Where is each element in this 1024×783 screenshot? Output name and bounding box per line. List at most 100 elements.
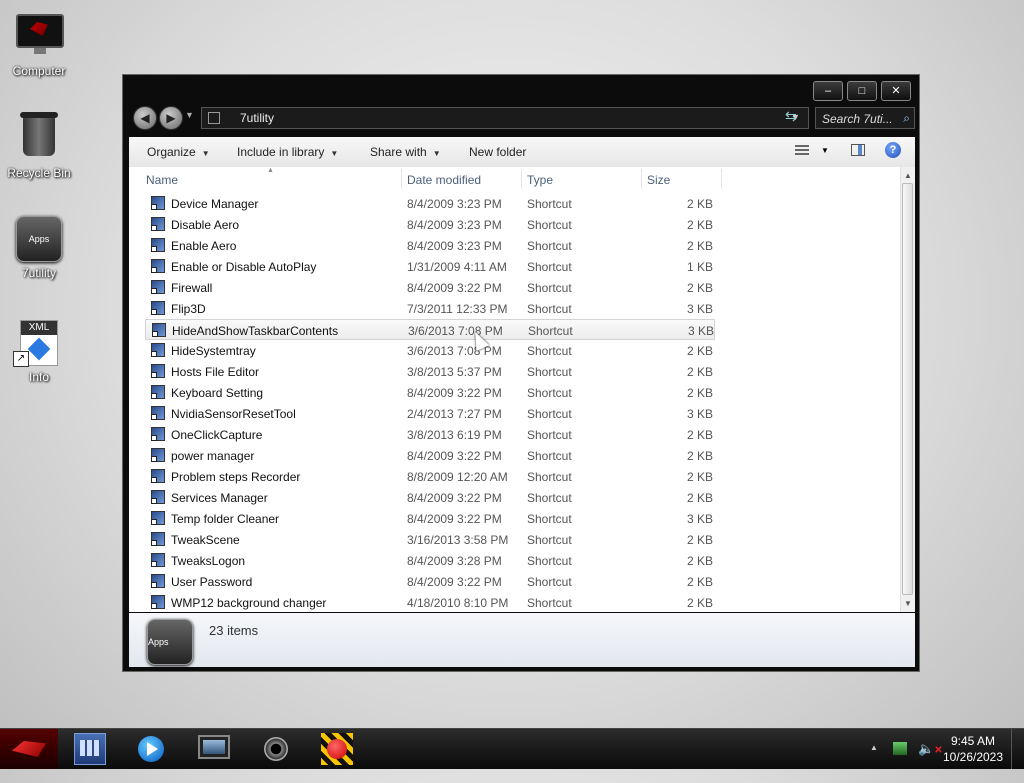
- taskbar-camera-icon[interactable]: [264, 737, 288, 761]
- scroll-down-icon: ▼: [904, 599, 912, 608]
- file-name: Flip3D: [171, 302, 206, 316]
- shortcut-icon: [151, 259, 165, 273]
- view-options-dropdown[interactable]: ▼: [821, 146, 829, 155]
- file-row[interactable]: WMP12 background changer 4/18/2010 8:10 P…: [129, 592, 901, 613]
- column-header-size[interactable]: Size: [647, 173, 670, 187]
- search-input[interactable]: Search 7uti... ⌕: [815, 107, 915, 129]
- desktop-icon-info[interactable]: XML ↗ Info: [1, 320, 77, 384]
- file-row[interactable]: power manager 8/4/2009 3:22 PM Shortcut 2 K…: [129, 445, 901, 466]
- file-date-modified: 8/4/2009 3:23 PM: [407, 218, 502, 232]
- column-header-date-modified[interactable]: Date modified: [407, 173, 481, 187]
- desktop-icon-label: Computer: [12, 64, 66, 78]
- file-name: Services Manager: [171, 491, 268, 505]
- taskbar-monitor-icon[interactable]: [198, 735, 230, 759]
- minimize-button[interactable]: –: [813, 81, 843, 101]
- forward-button[interactable]: ▶: [159, 106, 183, 130]
- file-row[interactable]: Enable or Disable AutoPlay 1/31/2009 4:11…: [129, 256, 901, 277]
- close-button[interactable]: ✕: [881, 81, 911, 101]
- taskbar-record-icon[interactable]: [321, 733, 353, 765]
- file-row[interactable]: Device Manager 8/4/2009 3:23 PM Shortcut 2 …: [129, 193, 901, 214]
- file-date-modified: 8/4/2009 3:22 PM: [407, 512, 502, 526]
- change-view-icon[interactable]: [795, 145, 809, 157]
- window-controls: – □ ✕: [813, 81, 911, 101]
- taskbar: ▲ 🔈✕ 9:45 AM 10/26/2023: [0, 728, 1024, 769]
- file-row[interactable]: TweaksLogon 8/4/2009 3:28 PM Shortcut 2 KB: [129, 550, 901, 571]
- help-icon[interactable]: ?: [885, 142, 901, 158]
- file-row[interactable]: Hosts File Editor 3/8/2013 5:37 PM Shortcu…: [129, 361, 901, 382]
- shortcut-icon: [151, 511, 165, 525]
- file-name: power manager: [171, 449, 255, 463]
- recent-pages-dropdown[interactable]: ▼: [185, 110, 194, 120]
- file-row[interactable]: Enable Aero 8/4/2009 3:23 PM Shortcut 2 KB: [129, 235, 901, 256]
- file-row[interactable]: Flip3D 7/3/2011 12:33 PM Shortcut 3 KB: [129, 298, 901, 319]
- file-row[interactable]: Temp folder Cleaner 8/4/2009 3:22 PM Short…: [129, 508, 901, 529]
- share-with-button[interactable]: Share with ▼: [370, 145, 441, 159]
- file-type: Shortcut: [527, 260, 572, 274]
- file-row[interactable]: HideAndShowTaskbarContents 3/6/2013 7:08 …: [145, 319, 715, 340]
- file-size: 2 KB: [686, 365, 713, 379]
- network-icon[interactable]: [893, 742, 907, 755]
- preview-pane-icon[interactable]: [851, 144, 865, 156]
- search-icon[interactable]: ⌕: [903, 111, 910, 126]
- file-row[interactable]: Firewall 8/4/2009 3:22 PM Shortcut 2 KB: [129, 277, 901, 298]
- shortcut-icon: [151, 280, 165, 294]
- back-button[interactable]: ◀: [133, 106, 157, 130]
- desktop-icon-computer[interactable]: Computer: [1, 10, 77, 78]
- file-size: 2 KB: [686, 197, 713, 211]
- file-name: HideAndShowTaskbarContents: [172, 324, 339, 338]
- shortcut-icon: [151, 469, 165, 483]
- file-type: Shortcut: [527, 533, 572, 547]
- address-bar[interactable]: 7utility ▼: [201, 107, 809, 129]
- file-type: Shortcut: [527, 491, 572, 505]
- file-row[interactable]: OneClickCapture 3/8/2013 6:19 PM Shortcut 2…: [129, 424, 901, 445]
- recycle-bin-icon: [16, 112, 62, 162]
- taskbar-media-player-icon[interactable]: [138, 736, 164, 762]
- folder-icon: [208, 112, 220, 124]
- chevron-down-icon: ▼: [432, 149, 441, 158]
- file-type: Shortcut: [527, 575, 572, 589]
- file-row[interactable]: Problem steps Recorder 8/8/2009 12:20 AM S…: [129, 466, 901, 487]
- include-in-library-button[interactable]: Include in library ▼: [237, 145, 338, 159]
- file-row[interactable]: Disable Aero 8/4/2009 3:23 PM Shortcut 2 KB: [129, 214, 901, 235]
- vertical-scrollbar[interactable]: ▲ ▼: [900, 167, 915, 612]
- command-bar: Organize ▼ Include in library ▼ Share with…: [129, 137, 915, 168]
- file-row[interactable]: NvidiaSensorResetTool 2/4/2013 7:27 PM Sho…: [129, 403, 901, 424]
- new-folder-button[interactable]: New folder: [469, 145, 526, 159]
- shortcut-icon: [151, 385, 165, 399]
- file-name: OneClickCapture: [171, 428, 263, 442]
- start-button[interactable]: [0, 729, 58, 769]
- file-type: Shortcut: [527, 218, 572, 232]
- desktop-icon-recycle-bin[interactable]: Recycle Bin: [1, 112, 77, 180]
- file-type: Shortcut: [527, 428, 572, 442]
- file-row[interactable]: TweakScene 3/16/2013 3:58 PM Shortcut 2 KB: [129, 529, 901, 550]
- file-date-modified: 7/3/2011 12:33 PM: [407, 302, 508, 316]
- file-size: 3 KB: [686, 512, 713, 526]
- column-header-name[interactable]: Name: [146, 173, 178, 187]
- show-desktop-button[interactable]: [1011, 729, 1024, 769]
- shortcut-icon: [151, 553, 165, 567]
- scrollbar-thumb[interactable]: [902, 183, 913, 595]
- file-name: Firewall: [171, 281, 213, 295]
- file-date-modified: 8/4/2009 3:23 PM: [407, 197, 502, 211]
- file-row[interactable]: Keyboard Setting 8/4/2009 3:22 PM Shortcut…: [129, 382, 901, 403]
- shortcut-icon: [151, 238, 165, 252]
- file-row[interactable]: Services Manager 8/4/2009 3:22 PM Shortcut…: [129, 487, 901, 508]
- item-count: 23 items: [209, 623, 259, 638]
- file-name: Device Manager: [171, 197, 259, 211]
- file-name: Enable Aero: [171, 239, 237, 253]
- system-clock[interactable]: 9:45 AM 10/26/2023: [936, 733, 1010, 765]
- file-row[interactable]: HideSystemtray 3/6/2013 7:08 PM Shortcut 2 …: [129, 340, 901, 361]
- refresh-icon[interactable]: ⇆: [785, 108, 797, 125]
- desktop-icon-7utility[interactable]: Apps 7utility: [1, 216, 77, 280]
- file-name: Enable or Disable AutoPlay: [171, 260, 317, 274]
- file-date-modified: 2/4/2013 7:27 PM: [407, 407, 502, 421]
- shortcut-icon: [151, 448, 165, 462]
- file-row[interactable]: User Password 8/4/2009 3:22 PM Shortcut 2 K…: [129, 571, 901, 592]
- scroll-up-icon: ▲: [904, 171, 912, 180]
- taskbar-explorer-icon[interactable]: [74, 733, 106, 765]
- maximize-button[interactable]: □: [847, 81, 877, 101]
- file-size: 2 KB: [686, 281, 713, 295]
- show-hidden-icons-icon[interactable]: ▲: [870, 743, 878, 783]
- column-header-type[interactable]: Type: [527, 173, 553, 187]
- organize-button[interactable]: Organize ▼: [147, 145, 210, 159]
